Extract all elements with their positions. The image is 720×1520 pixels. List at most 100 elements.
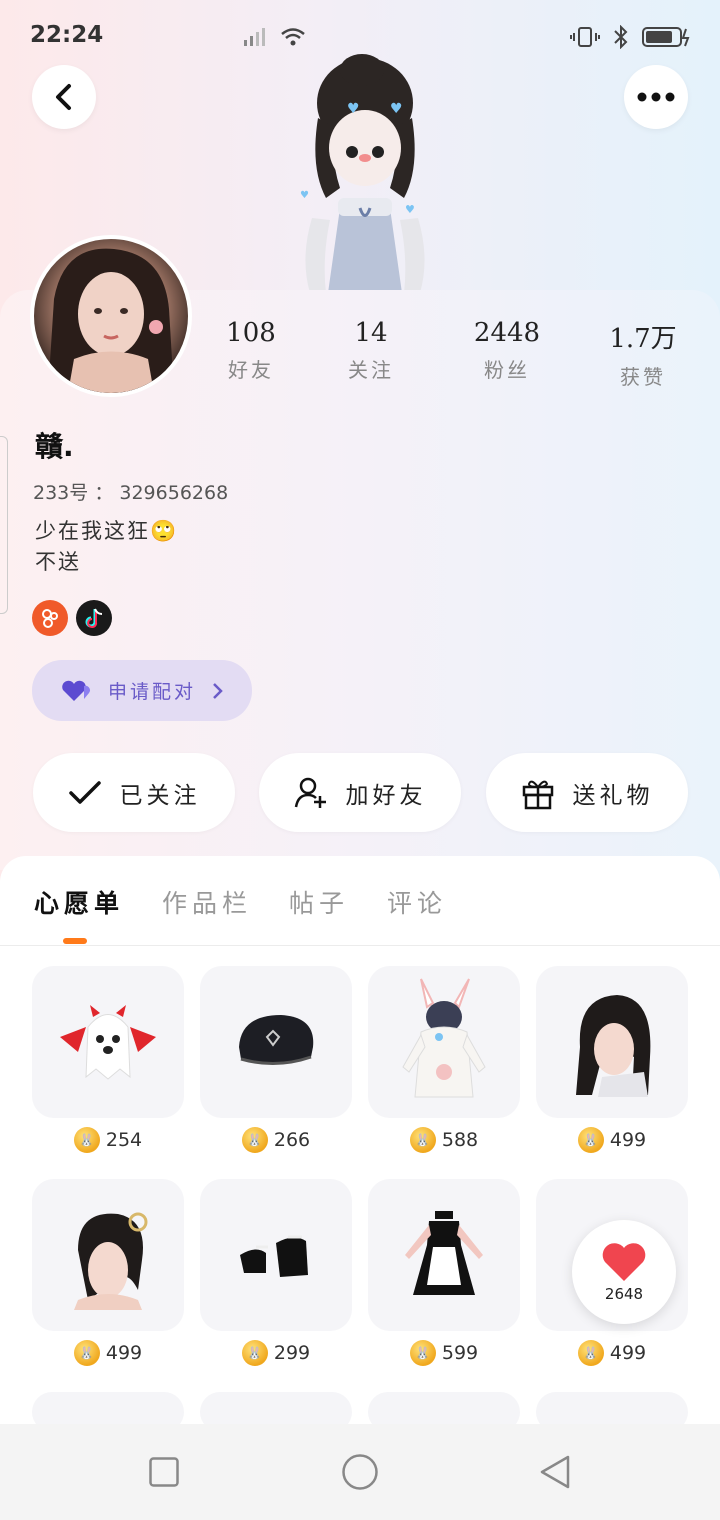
people-icon [42, 609, 58, 628]
wifi-icon [281, 28, 305, 46]
like-floating-button[interactable]: 2648 [572, 1220, 676, 1324]
coin-icon: 🐰 [409, 1340, 436, 1366]
stat-label: 粉丝 [484, 358, 530, 382]
stat-value: 108 [226, 318, 276, 348]
system-nav-bar [0, 1424, 720, 1520]
send-gift-label: 送礼物 [572, 782, 654, 809]
user-id-value: 329656268 [119, 482, 229, 504]
svg-text:♥: ♥ [390, 101, 403, 117]
wishlist-item[interactable]: 🐰 299 [200, 1179, 352, 1366]
price-value: 299 [273, 1342, 311, 1364]
battery-icon [642, 27, 690, 47]
avatar[interactable] [30, 235, 192, 397]
more-button[interactable] [624, 65, 688, 129]
stat-label: 好友 [228, 358, 274, 382]
price-value: 599 [441, 1342, 479, 1364]
tab-posts[interactable]: 帖子 [289, 884, 349, 920]
status-icons [242, 24, 692, 50]
wishlist-item[interactable]: 🐰 599 [368, 1179, 520, 1366]
bun-hair-icon [74, 1212, 148, 1310]
wishlist-item[interactable]: 🐰 254 [32, 966, 184, 1153]
coin-icon: 🐰 [73, 1340, 100, 1366]
stat-fans[interactable]: 2448 粉丝 [447, 318, 567, 383]
back-nav-button[interactable] [538, 1454, 572, 1490]
add-friend-label: 加好友 [345, 782, 427, 809]
tab-wishlist[interactable]: 心愿单 [34, 884, 124, 920]
wishlist-item[interactable]: 🐰 266 [200, 966, 352, 1153]
stat-value: 1.7万 [609, 324, 677, 354]
wishlist-item-image [368, 966, 520, 1118]
bunny-hoodie-icon [402, 978, 486, 1098]
request-pair-button[interactable]: 申请配对 [32, 660, 252, 721]
wishlist-item[interactable]: 🐰 499 [536, 966, 688, 1153]
wishlist-item-price: 🐰 266 [200, 1127, 352, 1153]
user-bio: 少在我这狂🙄 不送 [35, 516, 178, 578]
wishlist-item-price: 🐰 254 [32, 1127, 184, 1153]
wishlist-item-price: 🐰 499 [536, 1127, 688, 1153]
home-button[interactable] [341, 1453, 379, 1491]
wishlist-item-image [368, 1179, 520, 1331]
request-pair-label: 申请配对 [108, 681, 197, 703]
stat-label: 获赞 [620, 365, 666, 389]
tab-divider [0, 945, 720, 946]
coin-icon: 🐰 [73, 1127, 100, 1153]
tab-works[interactable]: 作品栏 [162, 884, 252, 920]
check-icon [68, 780, 101, 804]
social-link-tiktok[interactable] [76, 600, 112, 636]
avatar-photo-image [48, 248, 174, 393]
coin-icon: 🐰 [577, 1127, 604, 1153]
user-id[interactable]: 233号 ： 329656268 [33, 478, 228, 505]
tab-comments[interactable]: 评论 [387, 884, 447, 920]
bio-line: 少在我这狂🙄 [35, 519, 179, 543]
wishlist-item-image [32, 1179, 184, 1331]
recents-button[interactable] [149, 1457, 179, 1487]
stat-value: 2448 [473, 318, 541, 348]
svg-text:♥: ♥ [300, 190, 309, 201]
add-friend-button[interactable]: 加好友 [259, 753, 461, 832]
maid-dress-icon [405, 1211, 483, 1295]
wishlist-item-price: 🐰 588 [368, 1127, 520, 1153]
stat-label: 关注 [348, 358, 394, 382]
social-link-app[interactable] [32, 600, 68, 636]
double-heart-icon [62, 680, 90, 701]
ghost-devil-icon [60, 1005, 156, 1080]
price-value: 499 [609, 1129, 647, 1151]
wishlist-item[interactable]: 🐰 499 [32, 1179, 184, 1366]
wishlist-item[interactable]: 🐰 588 [368, 966, 520, 1153]
stat-friends[interactable]: 108 好友 [191, 318, 311, 383]
user-id-separator: ： [94, 482, 114, 504]
avatar-character-image: ♥ ♥ ♥ ♥ [300, 54, 425, 293]
wishlist-item-price: 🐰 499 [32, 1340, 184, 1366]
wishlist-item-price: 🐰 299 [200, 1340, 352, 1366]
coin-icon: 🐰 [241, 1340, 268, 1366]
user-name: 贛. [35, 430, 74, 463]
back-button[interactable] [32, 65, 96, 129]
more-dots-icon [637, 92, 675, 102]
platform-shoes-icon [240, 1235, 308, 1277]
svg-text:♥: ♥ [405, 203, 415, 216]
wishlist-item-price: 🐰 599 [368, 1340, 520, 1366]
price-value: 266 [273, 1129, 311, 1151]
price-value: 499 [105, 1342, 143, 1364]
svg-text:♥: ♥ [347, 101, 360, 117]
send-gift-button[interactable]: 送礼物 [486, 753, 688, 832]
gift-icon [522, 780, 553, 809]
followed-button[interactable]: 已关注 [33, 753, 235, 832]
add-user-icon [294, 777, 326, 808]
stat-value: 14 [354, 318, 388, 348]
tiktok-icon [85, 608, 103, 628]
stat-following[interactable]: 14 关注 [311, 318, 431, 383]
price-value: 499 [609, 1342, 647, 1364]
like-count: 2648 [604, 1285, 644, 1303]
coin-icon: 🐰 [409, 1127, 436, 1153]
price-value: 588 [441, 1129, 479, 1151]
bluetooth-icon [614, 25, 628, 49]
stat-likes[interactable]: 1.7万 获赞 [583, 318, 703, 390]
side-drawer-handle[interactable] [0, 436, 8, 614]
wishlist-item-image [536, 966, 688, 1118]
chevron-left-icon [56, 84, 71, 110]
bio-line: 不送 [35, 550, 81, 574]
cellular-signal-icon [244, 28, 265, 46]
black-cap-icon [239, 1015, 314, 1066]
price-value: 254 [105, 1129, 143, 1151]
